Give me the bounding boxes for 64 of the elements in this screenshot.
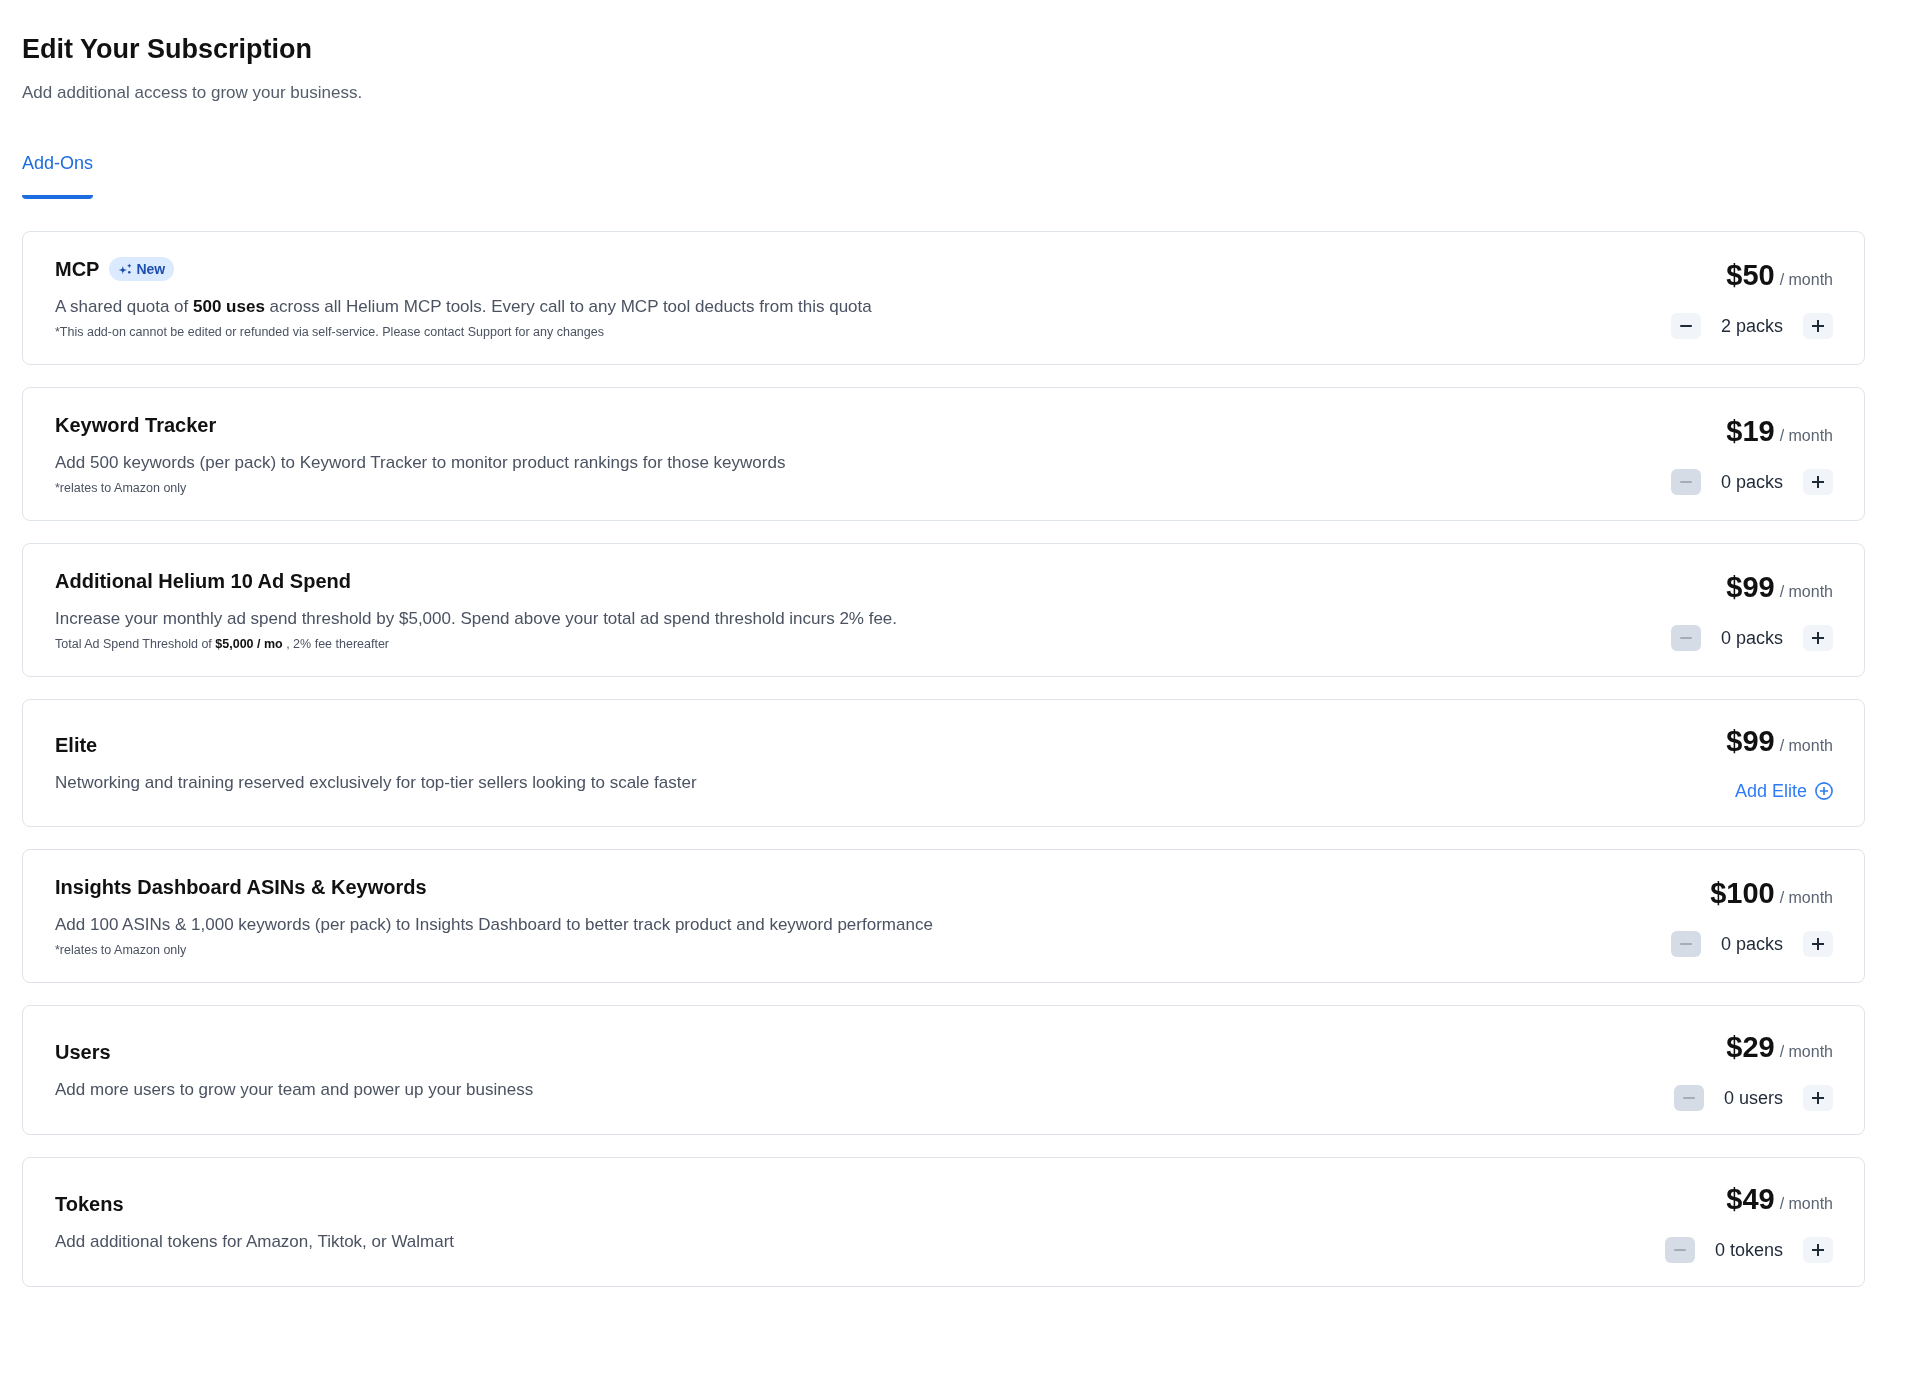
price-period: / month xyxy=(1779,270,1833,290)
price-period: / month xyxy=(1779,888,1833,908)
price-period: / month xyxy=(1779,582,1833,602)
addon-description: Increase your monthly ad spend threshold by $5,000. Spend above your total ad spend threshold incurs 2% fee. xyxy=(55,608,898,630)
addon-description: Add 500 keywords (per pack) to Keyword Tracker to monitor product rankings for those keywords xyxy=(55,452,786,474)
increment-button[interactable] xyxy=(1803,1085,1833,1111)
plus-icon xyxy=(1812,632,1824,644)
add-button[interactable]: Add Elite xyxy=(1734,779,1833,803)
plus-icon xyxy=(1812,476,1824,488)
plus-icon xyxy=(1812,1244,1824,1256)
increment-button[interactable] xyxy=(1803,1237,1833,1263)
addon-description: Add more users to grow your team and power up your business xyxy=(55,1079,534,1101)
addon-note: Total Ad Spend Threshold of $5,000 / mo , 2% fee thereafter xyxy=(55,636,390,653)
increment-button[interactable] xyxy=(1803,469,1833,495)
price-amount: $49 xyxy=(1726,1182,1775,1217)
minus-icon xyxy=(1679,325,1692,327)
addon-title: Keyword Tracker xyxy=(55,413,217,438)
decrement-button[interactable] xyxy=(1670,313,1701,339)
quantity-label: 0 packs xyxy=(1720,933,1783,956)
price-amount: $99 xyxy=(1726,724,1775,759)
addon-title: Insights Dashboard ASINs & Keywords xyxy=(55,875,427,900)
plus-icon xyxy=(1812,938,1824,950)
minus-icon xyxy=(1679,481,1692,483)
page-subtitle: Add additional access to grow your business. xyxy=(22,82,364,104)
addon-description: Add 100 ASINs & 1,000 keywords (per pack) to Insights Dashboard to better track product and keyword performance xyxy=(55,914,933,936)
price-amount: $99 xyxy=(1726,570,1775,605)
minus-icon xyxy=(1679,637,1692,639)
minus-icon xyxy=(1679,943,1692,945)
price-amount: $100 xyxy=(1710,876,1775,911)
page-title: Edit Your Subscription xyxy=(22,33,313,66)
addon-description: Add additional tokens for Amazon, Tiktok, or Walmart xyxy=(55,1231,455,1253)
price-period: / month xyxy=(1779,736,1833,756)
price-period: / month xyxy=(1779,1042,1833,1062)
minus-icon xyxy=(1673,1249,1686,1251)
price-period: / month xyxy=(1779,426,1833,446)
increment-button[interactable] xyxy=(1803,313,1833,339)
tab[interactable]: Add-Ons xyxy=(22,151,94,199)
addon-title: Additional Helium 10 Ad Spend xyxy=(55,569,351,594)
addon-description: A shared quota of 500 uses across all Helium MCP tools. Every call to any MCP tool deducts from this quota xyxy=(55,296,872,318)
minus-icon xyxy=(1682,1097,1695,1099)
addon-title: Tokens xyxy=(55,1192,124,1217)
quantity-label: 2 packs xyxy=(1720,315,1783,338)
quantity-label: 0 tokens xyxy=(1714,1239,1783,1262)
increment-button[interactable] xyxy=(1803,931,1833,957)
price-amount: $29 xyxy=(1726,1030,1775,1065)
addon-title: Users xyxy=(55,1040,111,1065)
addon-note: *This add-on cannot be edited or refunded via self-service. Please contact Support for any changes xyxy=(55,324,605,341)
plus-circle-icon xyxy=(1815,782,1833,800)
addon-title: MCP xyxy=(55,257,100,282)
addon-note: *relates to Amazon only xyxy=(55,942,188,959)
quantity-label: 0 packs xyxy=(1720,471,1783,494)
addon-description: Networking and training reserved exclusively for top-tier sellers looking to scale faster xyxy=(55,772,697,794)
sparkle-icon xyxy=(118,263,133,275)
quantity-label: 0 packs xyxy=(1720,627,1783,650)
quantity-label: 0 users xyxy=(1723,1087,1783,1110)
price-amount: $50 xyxy=(1726,258,1775,293)
price-period: / month xyxy=(1779,1194,1833,1214)
addon-title: Elite xyxy=(55,733,98,758)
badge-label: New xyxy=(136,260,166,278)
increment-button[interactable] xyxy=(1803,625,1833,651)
addon-note: *relates to Amazon only xyxy=(55,480,188,497)
plus-icon xyxy=(1812,320,1824,332)
plus-icon xyxy=(1812,1092,1824,1104)
price-amount: $19 xyxy=(1726,414,1775,449)
